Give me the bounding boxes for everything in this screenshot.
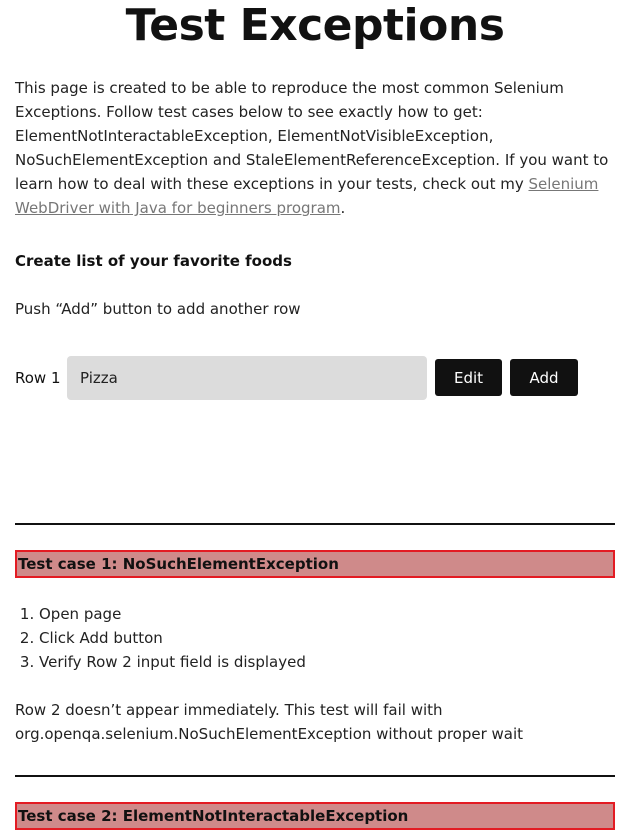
divider bbox=[15, 523, 615, 525]
test-case-1-heading: Test case 1: NoSuchElementException bbox=[15, 550, 615, 578]
test-case-1-note: Row 2 doesn’t appear immediately. This t… bbox=[15, 701, 524, 743]
step-item: Open page bbox=[39, 602, 306, 626]
page-title: Test Exceptions bbox=[125, 0, 505, 51]
step-item: Click Add button bbox=[39, 626, 306, 650]
row-1-input[interactable] bbox=[67, 356, 427, 400]
add-row-hint: Push “Add” button to add another row bbox=[15, 300, 301, 318]
intro-end: . bbox=[340, 199, 346, 217]
add-button[interactable]: Add bbox=[510, 359, 578, 396]
divider bbox=[15, 775, 615, 777]
step-item: Verify Row 2 input field is displayed bbox=[39, 650, 306, 674]
foods-heading: Create list of your favorite foods bbox=[15, 252, 292, 270]
test-case-2-heading: Test case 2: ElementNotInteractableExcep… bbox=[15, 802, 615, 830]
test-case-1-steps: Open page Click Add button Verify Row 2 … bbox=[15, 602, 306, 674]
intro-paragraph: This page is created to be able to repro… bbox=[15, 76, 615, 220]
food-row-1: Row 1 Edit Add bbox=[15, 356, 615, 400]
row-1-label: Row 1 bbox=[15, 369, 61, 387]
edit-button[interactable]: Edit bbox=[435, 359, 502, 396]
intro-text: This page is created to be able to repro… bbox=[15, 79, 609, 193]
